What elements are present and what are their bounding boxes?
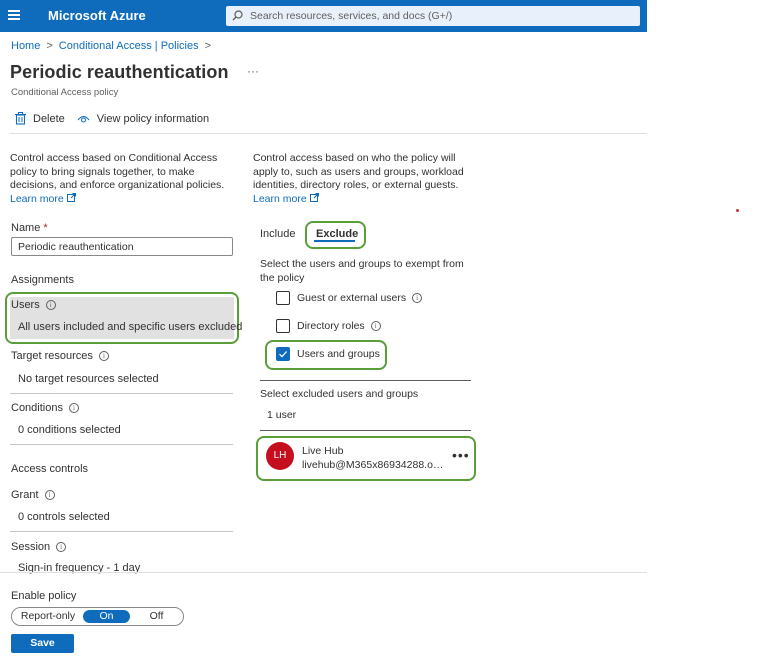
save-button[interactable]: Save bbox=[11, 634, 74, 653]
eye-icon bbox=[77, 115, 90, 123]
external-link-icon bbox=[66, 192, 76, 202]
guest-checkbox[interactable] bbox=[276, 291, 290, 305]
page-title: Periodic reauthentication bbox=[10, 62, 229, 82]
target-resources-label: Target resources i bbox=[11, 350, 109, 362]
learn-more-link[interactable]: Learn more bbox=[253, 193, 307, 205]
trash-icon bbox=[15, 112, 26, 125]
divider bbox=[260, 430, 471, 431]
user-more-options-button[interactable]: ••• bbox=[452, 447, 470, 463]
users-groups-label: Users and groups bbox=[297, 348, 380, 360]
desc-line: apply to, such as users and groups, work… bbox=[253, 165, 464, 178]
tab-include[interactable]: Include bbox=[260, 228, 295, 240]
policy-name-input[interactable] bbox=[11, 237, 233, 256]
info-icon[interactable]: i bbox=[56, 542, 67, 552]
assignment-description: Control access based on who the policy w… bbox=[253, 152, 464, 206]
delete-button[interactable]: Delete bbox=[15, 112, 65, 125]
desc-line: decisions, and enforce organizational po… bbox=[10, 179, 225, 191]
info-icon[interactable]: i bbox=[45, 300, 56, 310]
policy-description: Control access based on Conditional Acce… bbox=[10, 152, 224, 206]
required-marker: * bbox=[43, 222, 48, 234]
info-icon[interactable]: i bbox=[68, 403, 79, 413]
grant-label: Grant i bbox=[11, 489, 55, 501]
chevron-right-icon: > bbox=[46, 40, 53, 52]
session-label-text: Session bbox=[11, 541, 51, 553]
info-icon[interactable]: i bbox=[412, 293, 423, 303]
desc-line: policy to bring signals together, to mak… bbox=[10, 165, 195, 178]
users-label: Users i bbox=[11, 299, 56, 311]
target-label-text: Target resources bbox=[11, 350, 93, 362]
more-options-button[interactable]: ··· bbox=[247, 64, 259, 78]
target-resources-link[interactable]: No target resources selected bbox=[18, 373, 159, 385]
avatar: LH bbox=[266, 442, 294, 470]
grant-link[interactable]: 0 controls selected bbox=[18, 511, 110, 523]
toolbar-divider bbox=[10, 133, 647, 134]
chevron-right-icon: > bbox=[204, 40, 212, 52]
guest-label-text: Guest or external users bbox=[297, 292, 407, 304]
desc-line: identities, directory roles, or external… bbox=[253, 179, 459, 191]
enable-policy-label: Enable policy bbox=[11, 590, 77, 602]
breadcrumb-home[interactable]: Home bbox=[11, 40, 40, 52]
exempt-line: the policy bbox=[260, 271, 305, 284]
footer-divider bbox=[0, 572, 647, 573]
learn-more-link[interactable]: Learn more bbox=[10, 193, 64, 205]
assignments-heading: Assignments bbox=[11, 274, 74, 286]
exclude-highlight-outline bbox=[305, 221, 366, 249]
name-label: Name * bbox=[11, 222, 48, 234]
desc-line: Control access based on who the policy w… bbox=[253, 152, 456, 164]
breadcrumb-policies[interactable]: Conditional Access | Policies bbox=[59, 40, 199, 52]
divider bbox=[260, 380, 471, 381]
divider bbox=[10, 444, 233, 445]
directory-roles-checkbox[interactable] bbox=[276, 319, 290, 333]
divider bbox=[10, 531, 233, 532]
search-placeholder: Search resources, services, and docs (G+… bbox=[250, 10, 453, 22]
roles-label-text: Directory roles bbox=[297, 320, 365, 332]
brand-title[interactable]: Microsoft Azure bbox=[48, 8, 146, 23]
info-icon[interactable]: i bbox=[370, 321, 381, 331]
user-name: Live Hub bbox=[302, 445, 344, 457]
session-label: Session i bbox=[11, 541, 67, 553]
search-box[interactable]: Search resources, services, and docs (G+… bbox=[226, 6, 640, 26]
guest-label: Guest or external users i bbox=[297, 292, 423, 304]
info-icon[interactable]: i bbox=[44, 490, 55, 500]
toggle-report-only[interactable]: Report-only bbox=[16, 610, 80, 623]
grant-label-text: Grant bbox=[11, 489, 39, 501]
users-label-text: Users bbox=[11, 299, 40, 311]
conditions-link[interactable]: 0 conditions selected bbox=[18, 424, 121, 436]
menu-icon[interactable] bbox=[8, 10, 20, 20]
directory-roles-label: Directory roles i bbox=[297, 320, 381, 332]
toolbar: Delete View policy information bbox=[15, 112, 221, 125]
checkmark-icon bbox=[279, 351, 288, 358]
toggle-on[interactable]: On bbox=[83, 610, 130, 623]
external-link-icon bbox=[309, 192, 319, 202]
view-info-label: View policy information bbox=[96, 112, 210, 125]
cursor-marker bbox=[736, 209, 739, 212]
user-email: livehub@M365x86934288.on... bbox=[302, 459, 444, 471]
name-label-text: Name bbox=[11, 222, 41, 234]
toggle-off[interactable]: Off bbox=[133, 610, 180, 623]
users-groups-checkbox[interactable] bbox=[276, 347, 290, 361]
view-policy-info-button[interactable]: View policy information bbox=[77, 113, 209, 125]
page-subtitle: Conditional Access policy bbox=[11, 87, 119, 98]
info-icon[interactable]: i bbox=[98, 351, 109, 361]
desc-line: Control access based on Conditional Acce… bbox=[10, 152, 218, 164]
excluded-count-link[interactable]: 1 user bbox=[267, 409, 296, 421]
top-bar: Microsoft Azure Search resources, servic… bbox=[0, 0, 647, 32]
conditions-label: Conditions i bbox=[11, 402, 79, 414]
access-controls-heading: Access controls bbox=[11, 463, 89, 475]
excluded-users-label: Select excluded users and groups bbox=[260, 388, 419, 400]
breadcrumb: Home > Conditional Access | Policies > bbox=[11, 40, 217, 52]
enable-policy-toggle: Report-only On Off bbox=[11, 607, 184, 626]
search-icon bbox=[232, 10, 243, 21]
exempt-text: Select the users and groups to exempt fr… bbox=[260, 258, 464, 285]
exempt-line: Select the users and groups to exempt fr… bbox=[260, 258, 464, 270]
users-value-link[interactable]: All users included and specific users ex… bbox=[18, 321, 242, 333]
divider bbox=[10, 393, 233, 394]
conditions-label-text: Conditions bbox=[11, 402, 63, 414]
delete-label: Delete bbox=[33, 112, 65, 125]
